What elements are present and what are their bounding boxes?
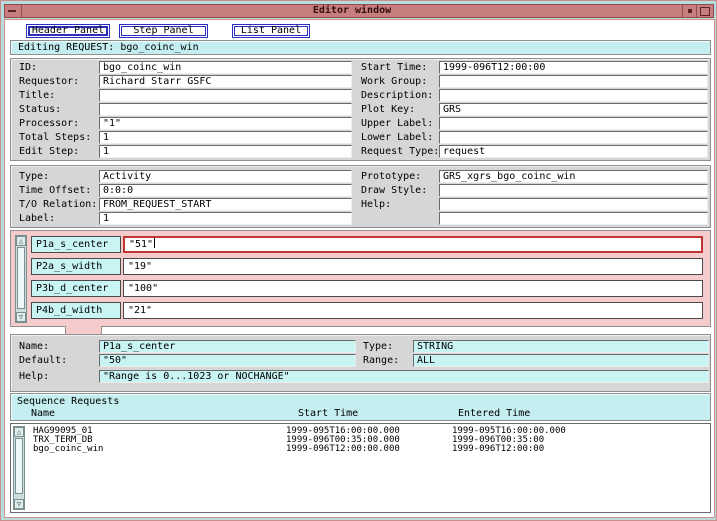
window-menu-dash-icon [8, 10, 16, 12]
param-value-input[interactable]: "19" [123, 258, 703, 275]
to-relation-input[interactable]: FROM_REQUEST_START [99, 198, 352, 211]
param-type-label: Type: [363, 341, 393, 353]
scroll-up-icon[interactable]: △ [16, 236, 26, 246]
param-help-field[interactable]: "Range is 0...1023 or NOCHANGE" [99, 370, 709, 383]
header-form-panel: ID: bgo_coinc_win Requestor: Richard Sta… [10, 58, 711, 161]
type-label: Type: [19, 171, 49, 183]
window-menu-button[interactable] [5, 5, 22, 17]
param-name-label: Name: [19, 341, 49, 353]
prototype-label: Prototype: [361, 171, 421, 183]
edit-step-label: Edit Step: [19, 146, 79, 158]
start-time-label: Start Time: [361, 62, 427, 74]
titlebar[interactable]: Editor window [4, 4, 714, 18]
description-label: Description: [361, 90, 433, 102]
id-input[interactable]: bgo_coinc_win [99, 61, 352, 74]
step-form-panel: Type: Activity Time Offset: 0:0:0 T/O Re… [10, 165, 711, 228]
upper-label-input[interactable] [439, 117, 708, 130]
maximize-square-icon [700, 7, 710, 16]
scrollbar-thumb[interactable] [17, 247, 25, 309]
param-name-field[interactable]: P1a_s_center [99, 340, 356, 353]
start-time-input[interactable]: 1999-096T12:00:00 [439, 61, 708, 74]
upper-label-label: Upper Label: [361, 118, 433, 130]
param-detail-panel: Name: P1a_s_center Type: STRING Default:… [10, 334, 711, 392]
column-entered-time: Entered Time [458, 408, 530, 420]
column-start-time: Start Time [298, 408, 358, 420]
sequence-requests-title: Sequence Requests [17, 396, 119, 408]
time-offset-input[interactable]: 0:0:0 [99, 184, 352, 197]
request-type-input[interactable]: request [439, 145, 708, 158]
param-value-input[interactable]: "21" [123, 302, 703, 319]
iconify-dot-icon [688, 9, 692, 13]
sequence-requests-header: Sequence Requests Name Start Time Entere… [10, 393, 711, 421]
param-type-field[interactable]: STRING [413, 340, 709, 353]
plot-key-label: Plot Key: [361, 104, 415, 116]
requestor-input[interactable]: Richard Starr GSFC [99, 75, 352, 88]
total-steps-label: Total Steps: [19, 132, 91, 144]
type-input[interactable]: Activity [99, 170, 352, 183]
work-group-label: Work Group: [361, 76, 427, 88]
param-name-tag[interactable]: P2a_s_width [31, 258, 121, 275]
processor-label: Processor: [19, 118, 79, 130]
time-offset-label: Time Offset: [19, 185, 91, 197]
sequence-requests-list: △ ▽ HAG99095_01 1999-095T16:00:00.000 19… [10, 423, 711, 513]
edit-step-input[interactable]: 1 [99, 145, 352, 158]
list-panel-button[interactable]: List Panel [232, 24, 310, 38]
header-panel-button[interactable]: Header Panel [26, 24, 110, 38]
sequence-row[interactable]: bgo_coinc_win 1999-096T12:00:00.000 1999… [11, 445, 708, 454]
requestor-label: Requestor: [19, 76, 79, 88]
work-group-input[interactable] [439, 75, 708, 88]
param-range-field[interactable]: ALL [413, 354, 709, 367]
help-label: Help: [361, 199, 391, 211]
iconify-button[interactable] [682, 5, 696, 17]
extra-field-input[interactable] [439, 212, 708, 225]
window-body: Header Panel Step Panel List Panel Editi… [4, 19, 715, 518]
description-input[interactable] [439, 89, 708, 102]
lower-label-input[interactable] [439, 131, 708, 144]
status-label: Status: [19, 104, 61, 116]
request-type-label: Request Type: [361, 146, 439, 158]
param-value-input-focused[interactable]: "51" [123, 236, 703, 253]
parameters-panel-tab [65, 326, 102, 335]
help-input[interactable] [439, 198, 708, 211]
prototype-input[interactable]: GRS_xgrs_bgo_coinc_win [439, 170, 708, 183]
title-input[interactable] [99, 89, 352, 102]
draw-style-input[interactable] [439, 184, 708, 197]
parameters-panel: △ ▽ P1a_s_center "51" P2a_s_width "19" P… [10, 230, 711, 327]
lower-label-label: Lower Label: [361, 132, 433, 144]
step-panel-button[interactable]: Step Panel [119, 24, 208, 38]
scroll-down-icon[interactable]: ▽ [16, 312, 26, 322]
param-value-input[interactable]: "100" [123, 280, 703, 297]
total-steps-input[interactable]: 1 [99, 131, 352, 144]
status-input[interactable] [99, 103, 352, 116]
id-label: ID: [19, 62, 37, 74]
maximize-button[interactable] [696, 5, 713, 17]
editor-window: Editor window Header Panel Step Panel Li… [0, 0, 717, 521]
draw-style-label: Draw Style: [361, 185, 427, 197]
title-label: Title: [19, 90, 55, 102]
parameters-scrollbar[interactable]: △ ▽ [15, 235, 27, 323]
param-name-tag[interactable]: P3b_d_center [31, 280, 121, 297]
editing-banner: Editing REQUEST: bgo_coinc_win [10, 40, 711, 55]
label-label: Label: [19, 213, 55, 225]
param-name-tag[interactable]: P4b_d_width [31, 302, 121, 319]
text-cursor [154, 238, 155, 248]
param-name-tag[interactable]: P1a_s_center [31, 236, 121, 253]
param-default-field[interactable]: "50" [99, 354, 356, 367]
scroll-down-icon[interactable]: ▽ [14, 499, 24, 509]
label-input[interactable]: 1 [99, 212, 352, 225]
processor-input[interactable]: "1" [99, 117, 352, 130]
column-name: Name [31, 408, 55, 420]
plot-key-input[interactable]: GRS [439, 103, 708, 116]
window-title: Editor window [22, 5, 682, 17]
param-default-label: Default: [19, 355, 67, 367]
param-range-label: Range: [363, 355, 399, 367]
param-help-label: Help: [19, 371, 49, 383]
to-relation-label: T/O Relation: [19, 199, 97, 211]
